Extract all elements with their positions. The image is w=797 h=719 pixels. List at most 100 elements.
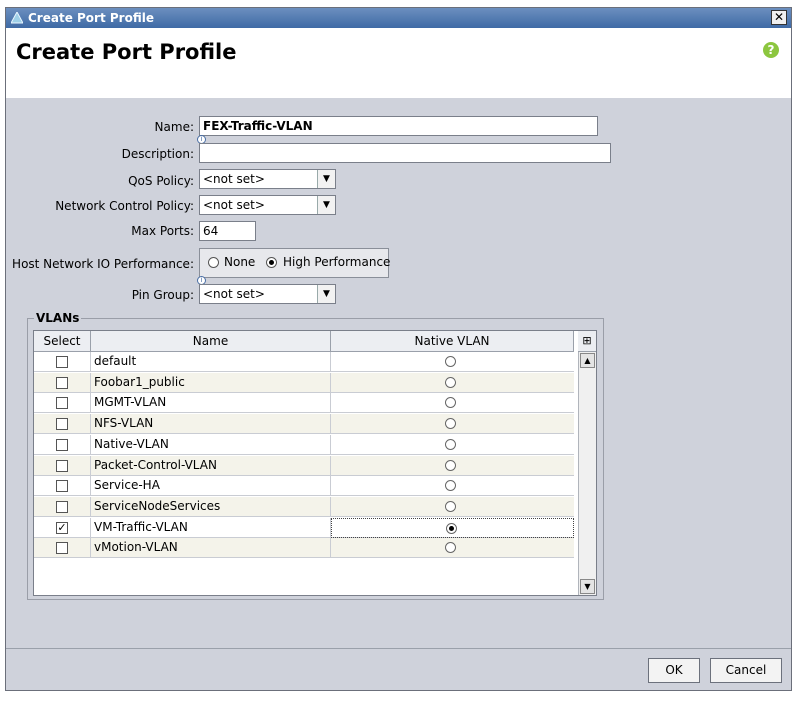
- qos-policy-label: QoS Policy:: [128, 174, 194, 188]
- cisco-app-icon: [11, 12, 23, 24]
- vertical-scrollbar[interactable]: ▲ ▼: [578, 352, 596, 595]
- select-cell: [34, 393, 91, 414]
- max-ports-label: Max Ports:: [131, 224, 194, 238]
- native-vlan-cell: [331, 456, 574, 476]
- close-button[interactable]: ✕: [771, 10, 787, 25]
- select-checkbox[interactable]: [56, 397, 68, 410]
- qos-policy-value: <not set>: [203, 172, 265, 186]
- vlan-name-cell: ServiceNodeServices: [91, 496, 331, 517]
- network-control-policy-value: <not set>: [203, 198, 265, 212]
- table-row[interactable]: NFS-VLAN: [34, 414, 574, 435]
- table-row[interactable]: Foobar1_public: [34, 372, 574, 393]
- native-vlan-radio[interactable]: [445, 438, 456, 450]
- table-row[interactable]: Packet-Control-VLAN: [34, 455, 574, 476]
- description-label: Description:: [121, 147, 194, 161]
- native-vlan-radio[interactable]: [445, 397, 456, 409]
- radio-none[interactable]: [208, 257, 219, 268]
- radio-high-performance[interactable]: [266, 257, 277, 268]
- native-vlan-radio[interactable]: [445, 356, 456, 367]
- vlan-name-cell: NFS-VLAN: [91, 414, 331, 435]
- vlan-name-cell: Packet-Control-VLAN: [91, 455, 331, 476]
- scroll-down-icon[interactable]: ▼: [580, 579, 595, 594]
- vlan-name-cell: Service-HA: [91, 476, 331, 497]
- table-row[interactable]: vMotion-VLAN: [34, 538, 574, 559]
- select-cell: [34, 434, 91, 455]
- vlan-name-cell: default: [91, 352, 331, 372]
- native-vlan-cell: [331, 414, 574, 434]
- native-vlan-cell: [331, 373, 574, 393]
- vlan-name-cell: Native-VLAN: [91, 434, 331, 455]
- pin-group-value: <not set>: [203, 287, 265, 301]
- native-vlan-cell: [331, 476, 574, 496]
- select-cell: [34, 414, 91, 435]
- host-network-io-group: None High Performance: [199, 248, 391, 278]
- table-row[interactable]: ServiceNodeServices: [34, 496, 574, 517]
- vlans-legend: VLANs: [34, 311, 82, 325]
- select-checkbox[interactable]: [56, 542, 68, 555]
- native-vlan-cell: [331, 497, 574, 517]
- pin-group-label: Pin Group:: [131, 288, 194, 302]
- dialog-window: Create Port Profile ✕ Create Port Profil…: [5, 7, 792, 691]
- select-checkbox[interactable]: [56, 500, 68, 513]
- table-row[interactable]: Native-VLAN: [34, 434, 574, 455]
- max-ports-field[interactable]: 64: [199, 221, 256, 241]
- table-row[interactable]: default: [34, 352, 574, 372]
- select-cell: [34, 455, 91, 476]
- vlan-name-cell: MGMT-VLAN: [91, 393, 331, 414]
- pin-group-select[interactable]: <not set> ▼: [199, 284, 336, 304]
- host-network-io-label: Host Network IO Performance:: [12, 257, 194, 271]
- native-vlan-cell: [331, 538, 574, 558]
- radio-high-performance-label: High Performance: [283, 255, 391, 269]
- page-title: Create Port Profile: [16, 40, 237, 64]
- select-checkbox[interactable]: [56, 459, 68, 472]
- cancel-button[interactable]: Cancel: [710, 658, 782, 683]
- dropdown-arrow-icon[interactable]: ▼: [317, 170, 335, 188]
- column-header-native-vlan[interactable]: Native VLAN: [331, 331, 574, 352]
- native-vlan-radio[interactable]: [445, 480, 456, 492]
- table-row[interactable]: MGMT-VLAN: [34, 393, 574, 414]
- help-icon[interactable]: ?: [763, 42, 779, 58]
- dialog-footer: OK Cancel: [6, 648, 791, 690]
- scroll-up-icon[interactable]: ▲: [580, 353, 595, 368]
- radio-none-label: None: [224, 255, 256, 269]
- dropdown-arrow-icon[interactable]: ▼: [317, 196, 335, 214]
- network-control-policy-label: Network Control Policy:: [55, 199, 194, 213]
- select-checkbox[interactable]: ✓: [56, 521, 68, 534]
- column-header-select[interactable]: Select: [34, 331, 91, 352]
- native-vlan-radio[interactable]: [445, 542, 456, 554]
- select-cell: [34, 496, 91, 517]
- qos-policy-select[interactable]: <not set> ▼: [199, 169, 336, 189]
- native-vlan-radio[interactable]: [445, 376, 456, 388]
- vlans-group: VLANs Select Name Native VLAN ⊞ default F…: [27, 311, 604, 600]
- select-cell: ✓: [34, 517, 91, 538]
- select-cell: [34, 372, 91, 393]
- column-header-name[interactable]: Name: [91, 331, 331, 352]
- native-vlan-cell: [331, 517, 574, 538]
- name-field[interactable]: FEX-Traffic-VLAN: [199, 116, 598, 136]
- select-checkbox[interactable]: [56, 356, 68, 368]
- table-row[interactable]: Service-HA: [34, 476, 574, 497]
- native-vlan-cell: [331, 435, 574, 455]
- network-control-policy-select[interactable]: <not set> ▼: [199, 195, 336, 215]
- select-checkbox[interactable]: [56, 480, 68, 493]
- description-field[interactable]: [199, 143, 611, 163]
- column-chooser-icon[interactable]: ⊞: [578, 331, 596, 352]
- dialog-header: Create Port Profile ?: [6, 28, 791, 98]
- select-checkbox[interactable]: [56, 438, 68, 451]
- native-vlan-radio[interactable]: [445, 500, 456, 512]
- window-title: Create Port Profile: [28, 11, 154, 25]
- name-label: Name:: [154, 120, 194, 134]
- vlan-name-cell: vMotion-VLAN: [91, 538, 331, 559]
- ok-button[interactable]: OK: [648, 658, 700, 683]
- select-cell: [34, 538, 91, 559]
- vlans-table: Select Name Native VLAN ⊞ default Foobar1…: [33, 330, 597, 596]
- native-vlan-radio[interactable]: [445, 459, 456, 471]
- select-checkbox[interactable]: [56, 418, 68, 431]
- native-vlan-radio[interactable]: [446, 522, 457, 534]
- title-bar[interactable]: Create Port Profile ✕: [6, 8, 791, 28]
- select-checkbox[interactable]: [56, 376, 68, 389]
- select-cell: [34, 352, 91, 372]
- native-vlan-radio[interactable]: [445, 418, 456, 430]
- table-row[interactable]: ✓ VM-Traffic-VLAN: [34, 517, 574, 538]
- dropdown-arrow-icon[interactable]: ▼: [317, 285, 335, 303]
